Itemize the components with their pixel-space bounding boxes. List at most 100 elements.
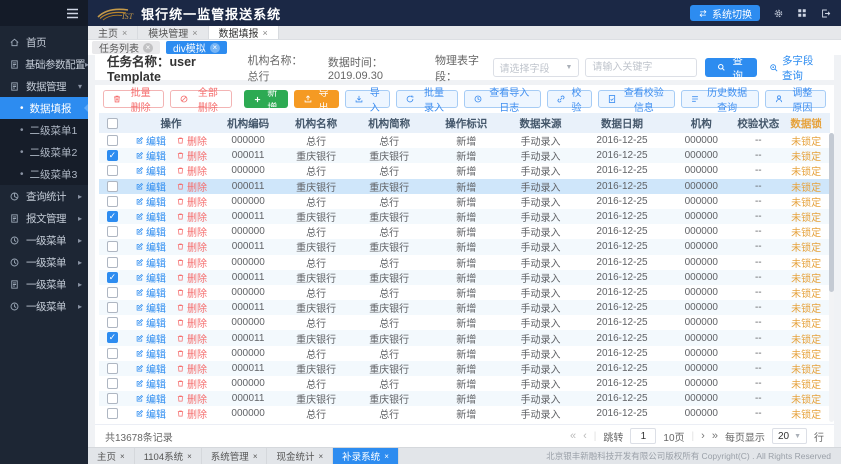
- row-checkbox[interactable]: [107, 135, 118, 146]
- close-icon[interactable]: ×: [187, 452, 192, 461]
- sidebar-item-submenu-2[interactable]: • 二级菜单2: [0, 141, 88, 163]
- edit-button[interactable]: 编辑: [135, 194, 166, 209]
- close-icon[interactable]: ×: [122, 28, 127, 38]
- search-button[interactable]: 查询: [705, 58, 757, 77]
- row-checkbox[interactable]: [107, 196, 118, 207]
- scrollbar-thumb[interactable]: [829, 133, 834, 292]
- row-checkbox[interactable]: [107, 363, 118, 374]
- edit-button[interactable]: 编辑: [135, 391, 166, 406]
- keyword-input[interactable]: [585, 58, 697, 77]
- validate-button[interactable]: 校验: [547, 90, 592, 108]
- prev-page-button[interactable]: ‹: [583, 430, 587, 442]
- edit-button[interactable]: 编辑: [135, 346, 166, 361]
- delete-button[interactable]: 删除: [176, 406, 207, 421]
- sidebar-item-submenu-1[interactable]: • 二级菜单1: [0, 119, 88, 141]
- delete-button[interactable]: 删除: [176, 315, 207, 330]
- taskbar-tab-cash-stats[interactable]: 现金统计×: [267, 448, 333, 464]
- sidebar-item-data-entry[interactable]: • 数据填报: [0, 97, 88, 119]
- delete-button[interactable]: 删除: [176, 376, 207, 391]
- row-checkbox[interactable]: [107, 226, 118, 237]
- sidebar-item-level1-menu-4[interactable]: 一级菜单 ▸: [0, 295, 88, 317]
- taskbar-tab-supplement-system[interactable]: 补录系统×: [333, 448, 399, 464]
- last-page-button[interactable]: »: [712, 430, 718, 442]
- edit-button[interactable]: 编辑: [135, 300, 166, 315]
- apps-grid-icon[interactable]: [797, 8, 807, 18]
- sidebar-item-query-stats[interactable]: 查询统计 ▸: [0, 185, 88, 207]
- export-button[interactable]: 导出: [294, 90, 339, 108]
- tab-home[interactable]: 主页 ×: [88, 26, 138, 39]
- sidebar-item-report-management[interactable]: 报文管理 ▸: [0, 207, 88, 229]
- taskbar-tab-home[interactable]: 主页×: [88, 448, 135, 464]
- first-page-button[interactable]: «: [570, 430, 576, 442]
- sidebar-item-data-management[interactable]: 数据管理 ▾: [0, 75, 88, 97]
- row-checkbox[interactable]: [107, 287, 118, 298]
- sidebar-item-home[interactable]: 首页: [0, 31, 88, 53]
- delete-button[interactable]: 删除: [176, 148, 207, 163]
- edit-button[interactable]: 编辑: [135, 209, 166, 224]
- delete-button[interactable]: 删除: [176, 209, 207, 224]
- edit-button[interactable]: 编辑: [135, 148, 166, 163]
- close-icon[interactable]: ×: [384, 452, 389, 461]
- delete-button[interactable]: 删除: [176, 255, 207, 270]
- row-checkbox[interactable]: [107, 393, 118, 404]
- batch-entry-button[interactable]: 批量录入: [396, 90, 457, 108]
- edit-button[interactable]: 编辑: [135, 224, 166, 239]
- delete-button[interactable]: 删除: [176, 391, 207, 406]
- view-validation-info-button[interactable]: 查看校验信息: [598, 90, 675, 108]
- multi-field-query-link[interactable]: 多字段查询: [769, 53, 822, 83]
- row-checkbox[interactable]: [107, 317, 118, 328]
- delete-button[interactable]: 删除: [176, 179, 207, 194]
- row-checkbox[interactable]: [107, 302, 118, 313]
- row-checkbox[interactable]: [107, 408, 118, 419]
- sidebar-item-base-params[interactable]: 基础参数配置 ▸: [0, 53, 88, 75]
- edit-button[interactable]: 编辑: [135, 376, 166, 391]
- row-checkbox[interactable]: [107, 241, 118, 252]
- row-checkbox[interactable]: [107, 272, 118, 283]
- import-button[interactable]: 导入: [345, 90, 390, 108]
- row-checkbox[interactable]: [107, 165, 118, 176]
- close-icon[interactable]: ×: [253, 452, 258, 461]
- edit-button[interactable]: 编辑: [135, 179, 166, 194]
- select-all-checkbox[interactable]: [107, 118, 118, 129]
- row-checkbox[interactable]: [107, 181, 118, 192]
- add-button[interactable]: 新增: [244, 90, 288, 108]
- sidebar-item-level1-menu-2[interactable]: 一级菜单 ▸: [0, 251, 88, 273]
- delete-button[interactable]: 删除: [176, 133, 207, 148]
- edit-button[interactable]: 编辑: [135, 255, 166, 270]
- delete-button[interactable]: 删除: [176, 163, 207, 178]
- next-page-button[interactable]: ›: [701, 430, 705, 442]
- close-icon[interactable]: ×: [319, 452, 324, 461]
- close-icon[interactable]: ×: [192, 28, 197, 38]
- edit-button[interactable]: 编辑: [135, 315, 166, 330]
- delete-button[interactable]: 删除: [176, 285, 207, 300]
- edit-button[interactable]: 编辑: [135, 270, 166, 285]
- close-icon[interactable]: ×: [263, 28, 268, 38]
- row-checkbox[interactable]: [107, 150, 118, 161]
- row-checkbox[interactable]: [107, 211, 118, 222]
- delete-button[interactable]: 删除: [176, 361, 207, 376]
- gear-icon[interactable]: [773, 8, 784, 19]
- edit-button[interactable]: 编辑: [135, 406, 166, 421]
- system-switch-button[interactable]: 系统切换: [690, 5, 760, 21]
- tab-module-management[interactable]: 模块管理 ×: [138, 26, 208, 39]
- edit-button[interactable]: 编辑: [135, 239, 166, 254]
- row-checkbox[interactable]: [107, 348, 118, 359]
- view-import-log-button[interactable]: 查看导入日志: [464, 90, 541, 108]
- delete-button[interactable]: 删除: [176, 300, 207, 315]
- logout-icon[interactable]: [820, 8, 831, 19]
- row-checkbox[interactable]: [107, 257, 118, 268]
- delete-button[interactable]: 删除: [176, 224, 207, 239]
- delete-button[interactable]: 删除: [176, 331, 207, 346]
- tab-data-entry[interactable]: 数据填报 ×: [209, 26, 279, 39]
- taskbar-tab-1104-system[interactable]: 1104系统×: [135, 448, 202, 464]
- delete-button[interactable]: 删除: [176, 194, 207, 209]
- row-checkbox[interactable]: [107, 378, 118, 389]
- field-select[interactable]: 请选择字段 ▼: [493, 58, 580, 77]
- edit-button[interactable]: 编辑: [135, 285, 166, 300]
- per-page-select[interactable]: 20 ▼: [772, 428, 807, 444]
- sidebar-item-submenu-3[interactable]: • 二级菜单3: [0, 163, 88, 185]
- batch-delete-button[interactable]: 批量删除: [103, 90, 164, 108]
- history-query-button[interactable]: 历史数据查询: [681, 90, 758, 108]
- close-icon[interactable]: ×: [120, 452, 125, 461]
- taskbar-tab-system-management[interactable]: 系统管理×: [202, 448, 268, 464]
